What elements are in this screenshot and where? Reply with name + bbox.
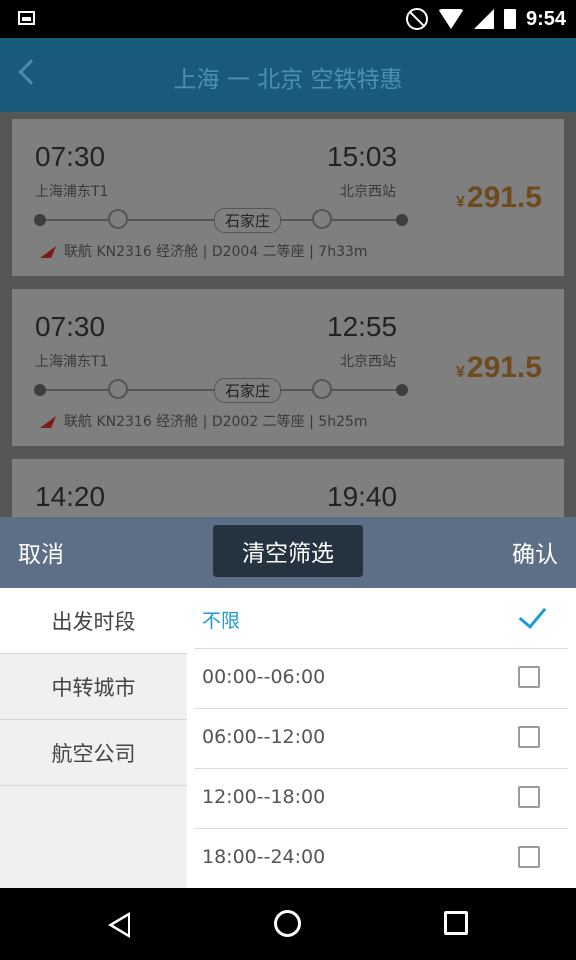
arrive-station: 北京西站 xyxy=(340,184,396,200)
option-label: 06:00--12:00 xyxy=(202,726,326,748)
duration: 7h33m xyxy=(318,244,368,260)
nav-recent-apps-icon[interactable] xyxy=(444,911,468,935)
arrive-station: 北京西站 xyxy=(340,354,396,370)
signal-icon xyxy=(473,9,494,29)
do-not-disturb-icon xyxy=(405,8,428,30)
status-icons: 9:54 xyxy=(405,6,566,32)
start-dot xyxy=(34,384,46,396)
trip-list: 07:30 15:03 上海浦东T1 北京西站 石家庄 联航 KN2316 经济… xyxy=(0,112,576,517)
option-06-12[interactable]: 06:00--12:00 xyxy=(194,708,568,769)
filter-category-list: 出发时段 中转城市 航空公司 xyxy=(0,588,187,888)
depart-time: 14:20 xyxy=(35,481,106,512)
price: ¥291.5 xyxy=(456,351,542,384)
duration: 5h25m xyxy=(318,414,368,430)
page-title: 上海 一 北京 空铁特惠 xyxy=(173,67,403,93)
filter-action-bar: 取消 清空筛选 确认 xyxy=(0,517,576,588)
time-option-list: 不限 00:00--06:00 06:00--12:00 12:00--18:0… xyxy=(187,588,576,888)
wifi-icon xyxy=(437,9,464,29)
option-unlimited[interactable]: 不限 xyxy=(194,588,568,649)
route-line: 石家庄 xyxy=(34,378,408,403)
image-notification-icon xyxy=(18,11,35,25)
arrive-time: 12:55 xyxy=(327,311,398,342)
confirm-button[interactable]: 确认 xyxy=(512,535,558,569)
end-dot xyxy=(396,214,408,226)
arrive-time: 19:40 xyxy=(327,481,398,512)
option-12-18[interactable]: 12:00--18:00 xyxy=(194,768,568,829)
trip-card[interactable]: 07:30 15:03 上海浦东T1 北京西站 石家庄 联航 KN2316 经济… xyxy=(12,119,564,276)
option-18-24[interactable]: 18:00--24:00 xyxy=(194,828,568,888)
checkbox[interactable] xyxy=(518,786,540,808)
status-bar: 9:54 xyxy=(0,0,576,38)
cancel-button[interactable]: 取消 xyxy=(18,535,64,569)
nav-back-icon[interactable] xyxy=(108,912,130,938)
price: ¥291.5 xyxy=(456,181,542,214)
route-line: 石家庄 xyxy=(34,208,408,233)
header: 上海 一 北京 空铁特惠 xyxy=(0,38,576,112)
transfer-city: 石家庄 xyxy=(214,378,282,403)
train-icon xyxy=(312,209,332,229)
train-icon xyxy=(312,379,332,399)
depart-station: 上海浦东T1 xyxy=(35,184,109,200)
category-depart-time[interactable]: 出发时段 xyxy=(0,588,187,654)
checkmark-icon xyxy=(518,600,547,629)
depart-time: 07:30 xyxy=(35,141,106,172)
depart-station: 上海浦东T1 xyxy=(35,354,109,370)
checkbox[interactable] xyxy=(518,666,540,688)
end-dot xyxy=(396,384,408,396)
clock: 9:54 xyxy=(525,7,566,30)
category-airline[interactable]: 航空公司 xyxy=(0,720,187,786)
option-label: 不限 xyxy=(202,610,241,632)
trip-info: 联航 KN2316 经济舱 | D2002 二等座 | 5h25m xyxy=(40,411,368,431)
system-nav-bar xyxy=(0,888,576,960)
train-info: D2004 二等座 xyxy=(211,244,305,260)
option-label: 18:00--24:00 xyxy=(202,846,326,868)
airline-logo-icon xyxy=(40,246,56,258)
plane-icon xyxy=(108,209,128,229)
trip-info: 联航 KN2316 经济舱 | D2004 二等座 | 7h33m xyxy=(40,241,368,261)
checkbox[interactable] xyxy=(518,726,540,748)
battery-icon xyxy=(503,9,516,29)
option-label: 12:00--18:00 xyxy=(202,786,326,808)
start-dot xyxy=(34,214,46,226)
category-transfer-city[interactable]: 中转城市 xyxy=(0,654,187,720)
airline-logo-icon xyxy=(40,416,56,428)
flight-info: 联航 KN2316 经济舱 xyxy=(64,414,199,430)
option-00-06[interactable]: 00:00--06:00 xyxy=(194,648,568,709)
transfer-city: 石家庄 xyxy=(214,208,282,233)
trip-card[interactable]: 14:20 19:40 xyxy=(12,459,564,517)
option-label: 00:00--06:00 xyxy=(202,666,326,688)
checkbox[interactable] xyxy=(518,846,540,868)
depart-time: 07:30 xyxy=(35,311,106,342)
arrive-time: 15:03 xyxy=(327,141,398,172)
train-info: D2002 二等座 xyxy=(211,414,305,430)
trip-card[interactable]: 07:30 12:55 上海浦东T1 北京西站 石家庄 联航 KN2316 经济… xyxy=(12,289,564,446)
nav-home-icon[interactable] xyxy=(274,910,301,937)
plane-icon xyxy=(108,379,128,399)
clear-filter-button[interactable]: 清空筛选 xyxy=(213,525,363,577)
flight-info: 联航 KN2316 经济舱 xyxy=(64,244,199,260)
